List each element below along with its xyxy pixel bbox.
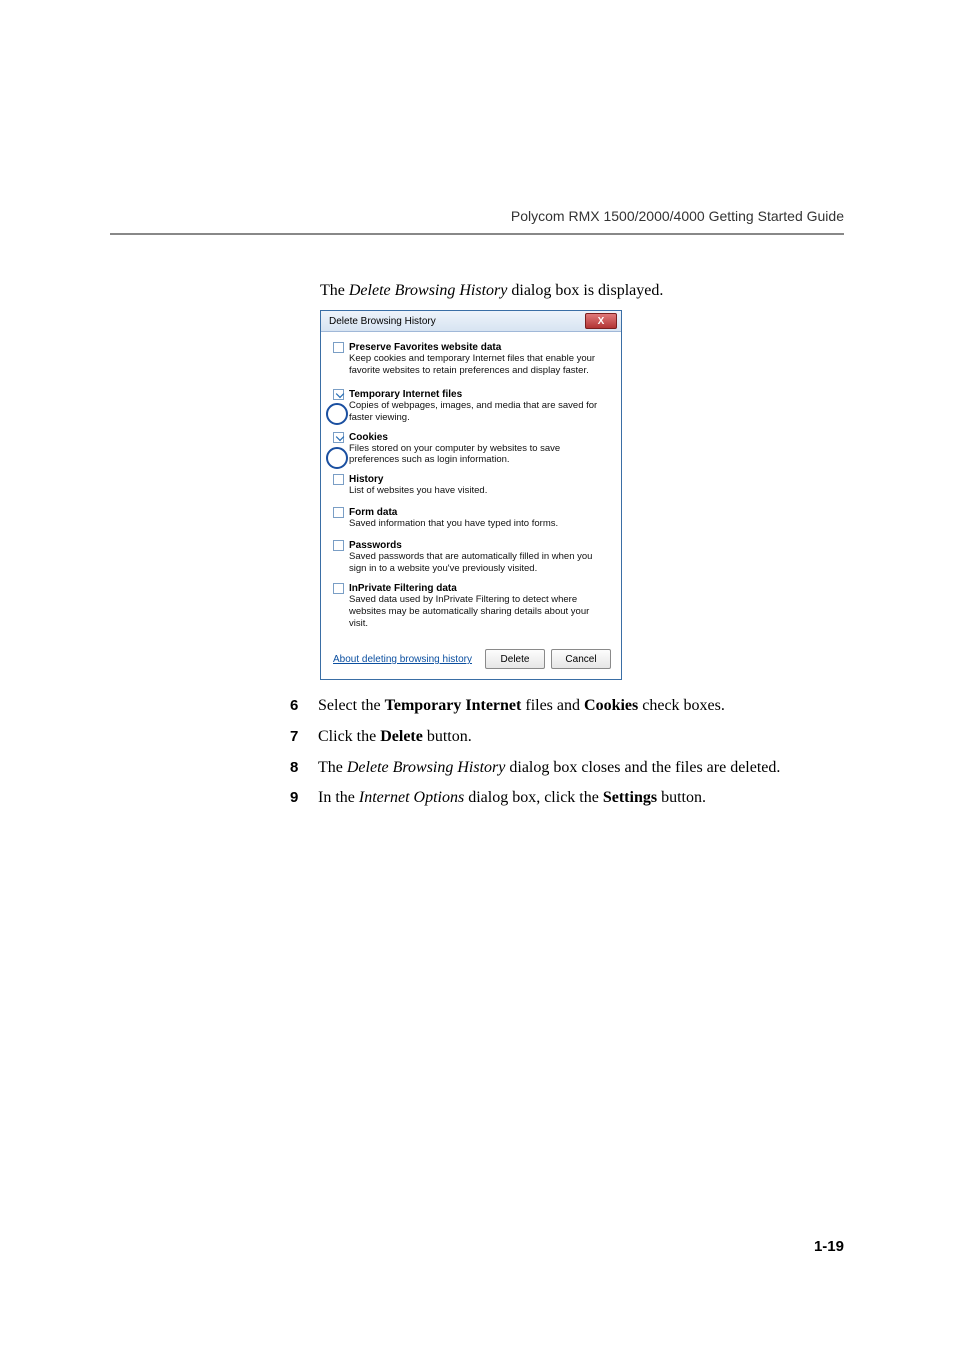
- option-history: History List of websites you have visite…: [335, 474, 609, 497]
- label-passwords: Passwords: [349, 540, 609, 551]
- step-7: 7 Click the Delete button.: [290, 725, 844, 750]
- step-7-pre: Click the: [318, 728, 380, 745]
- checkbox-preserve-favorites[interactable]: [333, 342, 344, 353]
- step-8-i1: Delete Browsing History: [347, 759, 506, 776]
- step-9-i1: Internet Options: [359, 789, 464, 806]
- page-number: 1-19: [814, 1238, 844, 1255]
- label-inprivate: InPrivate Filtering data: [349, 583, 609, 594]
- dialog-footer: About deleting browsing history Delete C…: [321, 645, 621, 679]
- close-button[interactable]: X: [585, 313, 617, 329]
- cancel-button[interactable]: Cancel: [551, 649, 611, 669]
- option-preserve-favorites: Preserve Favorites website data Keep coo…: [335, 342, 609, 377]
- label-cookies: Cookies: [349, 432, 609, 443]
- intro-suffix: dialog box is displayed.: [507, 282, 663, 299]
- desc-form-data: Saved information that you have typed in…: [349, 518, 609, 530]
- step-6-mid: files and: [521, 697, 584, 714]
- step-8-num: 8: [290, 756, 318, 781]
- step-9-pre: In the: [318, 789, 359, 806]
- about-deleting-link[interactable]: About deleting browsing history: [333, 654, 472, 665]
- step-9: 9 In the Internet Options dialog box, cl…: [290, 786, 844, 811]
- step-8-pre: The: [318, 759, 347, 776]
- desc-history: List of websites you have visited.: [349, 485, 609, 497]
- running-header: Polycom RMX 1500/2000/4000 Getting Start…: [511, 208, 844, 224]
- step-8-post: dialog box closes and the files are dele…: [505, 759, 780, 776]
- dialog-button-row: Delete Cancel: [485, 649, 611, 669]
- label-form-data: Form data: [349, 507, 609, 518]
- label-preserve-favorites: Preserve Favorites website data: [349, 342, 609, 353]
- step-9-text: In the Internet Options dialog box, clic…: [318, 786, 844, 811]
- delete-button[interactable]: Delete: [485, 649, 545, 669]
- intro-prefix: The: [320, 282, 349, 299]
- header-rule: [110, 233, 844, 235]
- step-9-num: 9: [290, 786, 318, 811]
- label-temp-internet-files: Temporary Internet files: [349, 389, 609, 400]
- document-page: Polycom RMX 1500/2000/4000 Getting Start…: [0, 0, 954, 1350]
- step-9-b1: Settings: [603, 789, 657, 806]
- dialog-body: Preserve Favorites website data Keep coo…: [321, 332, 621, 645]
- checkbox-cookies[interactable]: [333, 432, 344, 443]
- step-6-text: Select the Temporary Internet files and …: [318, 694, 844, 719]
- step-9-post: button.: [657, 789, 706, 806]
- step-6: 6 Select the Temporary Internet files an…: [290, 694, 844, 719]
- desc-inprivate: Saved data used by InPrivate Filtering t…: [349, 594, 609, 630]
- desc-preserve-favorites: Keep cookies and temporary Internet file…: [349, 353, 609, 377]
- step-6-post: check boxes.: [638, 697, 725, 714]
- option-passwords: Passwords Saved passwords that are autom…: [335, 540, 609, 575]
- label-history: History: [349, 474, 609, 485]
- intro-italic: Delete Browsing History: [349, 282, 508, 299]
- step-6-num: 6: [290, 694, 318, 719]
- step-6-b1: Temporary Internet: [385, 697, 522, 714]
- desc-temp-internet-files: Copies of webpages, images, and media th…: [349, 400, 609, 424]
- option-cookies: Cookies Files stored on your computer by…: [335, 432, 609, 467]
- instruction-steps: 6 Select the Temporary Internet files an…: [290, 694, 844, 817]
- checkbox-temp-internet-files[interactable]: [333, 389, 344, 400]
- checkbox-form-data[interactable]: [333, 507, 344, 518]
- intro-text: The Delete Browsing History dialog box i…: [320, 282, 663, 300]
- option-inprivate: InPrivate Filtering data Saved data used…: [335, 583, 609, 630]
- checkbox-inprivate[interactable]: [333, 583, 344, 594]
- step-7-text: Click the Delete button.: [318, 725, 844, 750]
- dialog-title-text: Delete Browsing History: [329, 316, 436, 327]
- option-temp-internet-files: Temporary Internet files Copies of webpa…: [335, 389, 609, 424]
- option-form-data: Form data Saved information that you hav…: [335, 507, 609, 530]
- desc-cookies: Files stored on your computer by website…: [349, 443, 609, 467]
- checkbox-passwords[interactable]: [333, 540, 344, 551]
- step-8: 8 The Delete Browsing History dialog box…: [290, 756, 844, 781]
- checkbox-history[interactable]: [333, 474, 344, 485]
- dialog-titlebar: Delete Browsing History X: [321, 311, 621, 332]
- step-6-b2: Cookies: [584, 697, 638, 714]
- delete-browsing-history-dialog: Delete Browsing History X Preserve Favor…: [320, 310, 622, 680]
- step-8-text: The Delete Browsing History dialog box c…: [318, 756, 844, 781]
- step-6-pre: Select the: [318, 697, 385, 714]
- desc-passwords: Saved passwords that are automatically f…: [349, 551, 609, 575]
- step-7-num: 7: [290, 725, 318, 750]
- step-9-mid: dialog box, click the: [464, 789, 603, 806]
- step-7-b1: Delete: [380, 728, 423, 745]
- step-7-post: button.: [423, 728, 472, 745]
